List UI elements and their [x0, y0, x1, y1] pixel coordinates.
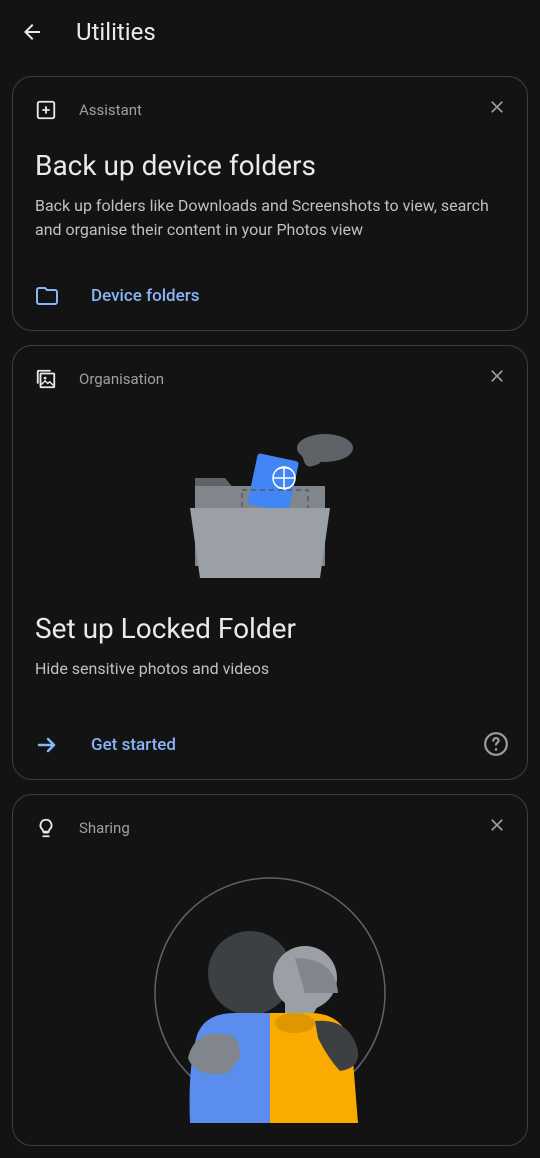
card-action-row: Get started: [35, 733, 505, 757]
card-title: Set up Locked Folder: [35, 612, 505, 645]
assistant-icon: [35, 99, 57, 121]
card-header: Organisation: [35, 368, 505, 390]
device-folders-link[interactable]: Device folders: [91, 286, 200, 306]
close-button[interactable]: [485, 95, 509, 119]
card-header: Assistant: [35, 99, 505, 121]
back-button[interactable]: [20, 20, 44, 44]
card-category-label: Assistant: [79, 101, 142, 119]
sharing-illustration: [35, 863, 505, 1123]
header: Utilities: [0, 0, 540, 64]
locked-folder-illustration: [35, 418, 505, 588]
sharing-card: Sharing: [12, 794, 528, 1146]
card-category-label: Sharing: [79, 819, 130, 837]
card-action-row: Device folders: [35, 284, 505, 308]
content-area: Assistant Back up device folders Back up…: [0, 64, 540, 1158]
help-button[interactable]: [483, 731, 509, 761]
get-started-link[interactable]: Get started: [91, 735, 176, 755]
organisation-card: Organisation: [12, 345, 528, 780]
card-category-label: Organisation: [79, 370, 164, 388]
assistant-card: Assistant Back up device folders Back up…: [12, 76, 528, 331]
card-title: Back up device folders: [35, 149, 505, 182]
card-description: Back up folders like Downloads and Scree…: [35, 194, 505, 242]
arrow-right-icon: [35, 733, 59, 757]
close-button[interactable]: [485, 813, 509, 837]
card-description: Hide sensitive photos and videos: [35, 657, 505, 681]
lightbulb-icon: [35, 817, 57, 839]
page-title: Utilities: [76, 18, 156, 46]
folder-icon: [35, 284, 59, 308]
gallery-icon: [35, 368, 57, 390]
close-button[interactable]: [485, 364, 509, 388]
card-header: Sharing: [35, 817, 505, 839]
